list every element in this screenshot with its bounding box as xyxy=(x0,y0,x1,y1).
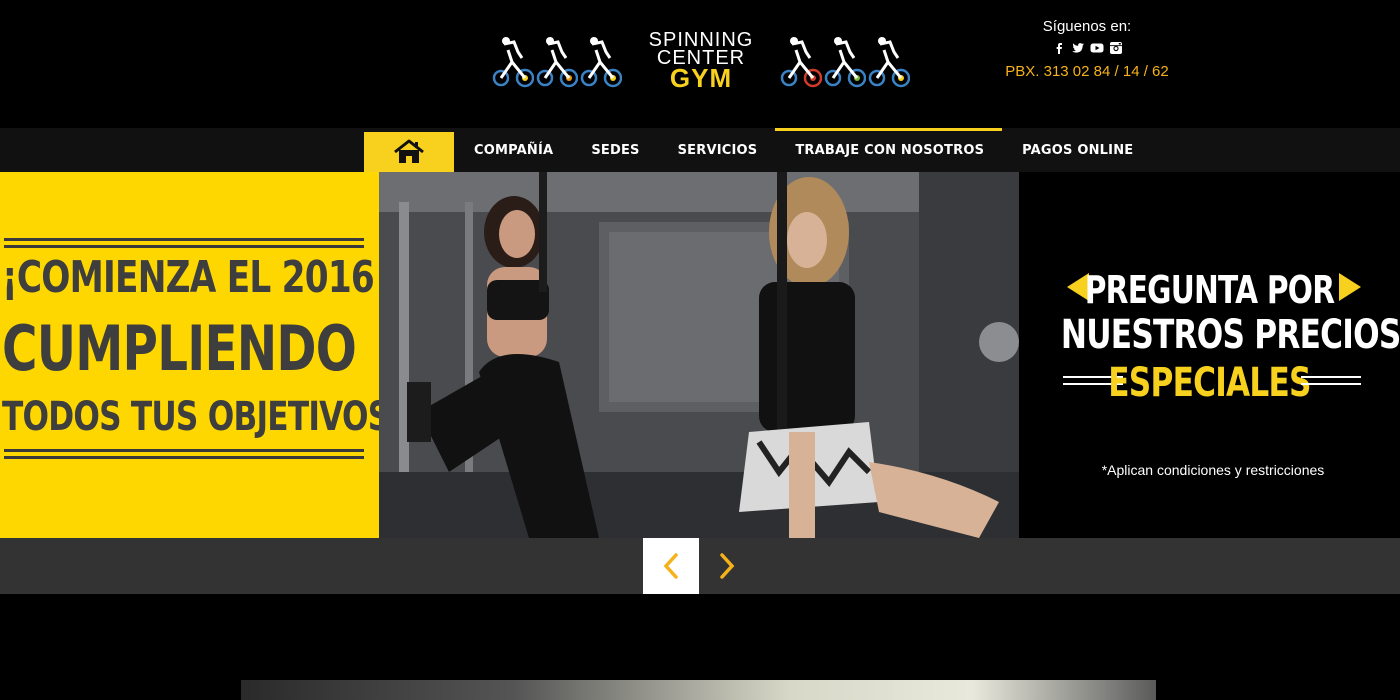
site-header: SPINNING CENTER GYM Síguenos en: PBX. 31… xyxy=(0,0,1400,128)
spinning-bike-icon xyxy=(868,37,910,88)
phone-number: PBX. 313 02 84 / 14 / 62 xyxy=(1005,63,1169,80)
slide-photo xyxy=(379,172,1019,538)
logo-wordmark: SPINNING CENTER GYM xyxy=(630,30,772,91)
spinning-bike-icon xyxy=(536,37,578,88)
slide-yellow-panel: ¡COMIENZA EL 2016 CUMPLIENDO TODOS TUS O… xyxy=(0,172,404,538)
slider-controls xyxy=(0,538,1400,594)
slider-prev-button[interactable] xyxy=(643,538,699,594)
nav-home[interactable] xyxy=(364,132,454,172)
nav-item-compania[interactable]: COMPAÑÍA xyxy=(454,128,571,172)
main-navigation: COMPAÑÍA SEDES SERVICIOS TRABAJE CON NOS… xyxy=(0,128,1400,172)
chevron-right-icon xyxy=(720,553,735,579)
slide-headline-1: ¡COMIENZA EL 2016 xyxy=(2,252,375,303)
nav-item-servicios[interactable]: SERVICIOS xyxy=(658,128,776,172)
follow-label: Síguenos en: xyxy=(1042,18,1132,35)
social-block: Síguenos en: PBX. 313 02 84 / 14 / 62 xyxy=(1000,18,1174,80)
hero-slider: ¡COMIENZA EL 2016 CUMPLIENDO TODOS TUS O… xyxy=(0,172,1400,538)
youtube-icon[interactable] xyxy=(1090,41,1104,55)
spinning-bike-icon xyxy=(780,37,822,88)
promo-line-2: NUESTROS PRECIOS xyxy=(1060,312,1400,358)
rule-line xyxy=(4,245,364,248)
logo-line-gym: GYM xyxy=(669,63,733,93)
gym-photo-image xyxy=(379,172,1019,538)
spinning-bike-icon xyxy=(580,37,622,88)
slide-headline-2: CUMPLIENDO xyxy=(2,312,357,385)
rule-line xyxy=(4,238,364,241)
spinning-bike-icon xyxy=(492,37,534,88)
nav-item-sedes[interactable]: SEDES xyxy=(571,128,657,172)
slide-headline-3: TODOS TUS OBJETIVOS! xyxy=(2,394,404,440)
logo-bikes-right xyxy=(780,34,910,88)
conditions-note: *Aplican condiciones y restricciones xyxy=(1101,462,1325,478)
instagram-icon[interactable] xyxy=(1109,41,1123,55)
spinning-bike-icon xyxy=(824,37,866,88)
facebook-icon[interactable] xyxy=(1052,41,1066,55)
slide-promo-panel: PREGUNTA POR NUESTROS PRECIOS ESPECIALES… xyxy=(1019,172,1400,538)
rule-line xyxy=(4,456,364,459)
nav-list: COMPAÑÍA SEDES SERVICIOS TRABAJE CON NOS… xyxy=(364,128,1151,172)
site-logo[interactable]: SPINNING CENTER GYM xyxy=(492,30,912,92)
nav-item-trabaje-con-nosotros[interactable]: TRABAJE CON NOSOTROS xyxy=(775,128,1002,172)
social-icons xyxy=(1000,41,1174,57)
chevron-left-icon xyxy=(663,553,678,579)
twitter-icon[interactable] xyxy=(1071,41,1085,55)
content-preview-image xyxy=(241,680,1156,700)
nav-item-pagos-online[interactable]: PAGOS ONLINE xyxy=(1002,128,1151,172)
logo-bikes-left xyxy=(492,34,622,88)
rule-line xyxy=(4,449,364,452)
home-icon xyxy=(394,139,424,163)
promo-line-1: PREGUNTA POR xyxy=(1084,268,1335,312)
double-rule-right xyxy=(1301,376,1361,385)
slider-next-button[interactable] xyxy=(699,538,755,594)
